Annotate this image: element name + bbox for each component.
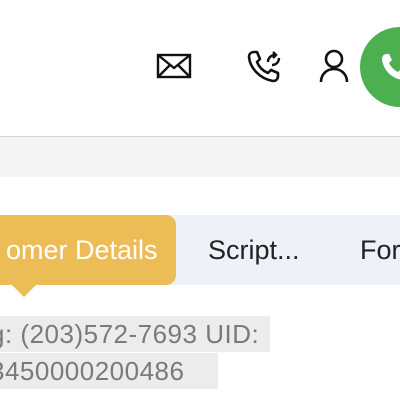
uid-value-text: 3450000200486 bbox=[0, 355, 185, 386]
tab-forms-label: For bbox=[360, 234, 400, 265]
active-tab-pointer bbox=[12, 285, 36, 297]
tab-forms[interactable]: For bbox=[360, 215, 400, 285]
tab-customer-details[interactable]: omer Details bbox=[0, 215, 176, 297]
user-icon bbox=[319, 49, 349, 83]
mail-button[interactable] bbox=[156, 48, 192, 84]
tab-customer-details-label: omer Details bbox=[6, 234, 158, 265]
details-line-2: 3450000200486 bbox=[0, 353, 218, 389]
tab-bar: omer Details Script... For bbox=[0, 215, 400, 297]
phone-sync-button[interactable] bbox=[246, 48, 282, 84]
call-icon bbox=[382, 54, 400, 80]
phone-sync-icon bbox=[247, 50, 281, 83]
details-line-1: g: (203)572-7693 UID: bbox=[0, 316, 270, 352]
sub-header-band bbox=[0, 137, 400, 177]
page: omer Details Script... For g: (203)572-7… bbox=[0, 0, 400, 400]
user-button[interactable] bbox=[316, 48, 352, 84]
call-button[interactable] bbox=[360, 27, 400, 107]
phone-uid-text: g: (203)572-7693 UID: bbox=[0, 318, 260, 349]
mail-icon bbox=[156, 53, 192, 79]
header-bar bbox=[0, 0, 400, 136]
tab-script[interactable]: Script... bbox=[208, 215, 300, 285]
tab-script-label: Script... bbox=[208, 234, 300, 265]
